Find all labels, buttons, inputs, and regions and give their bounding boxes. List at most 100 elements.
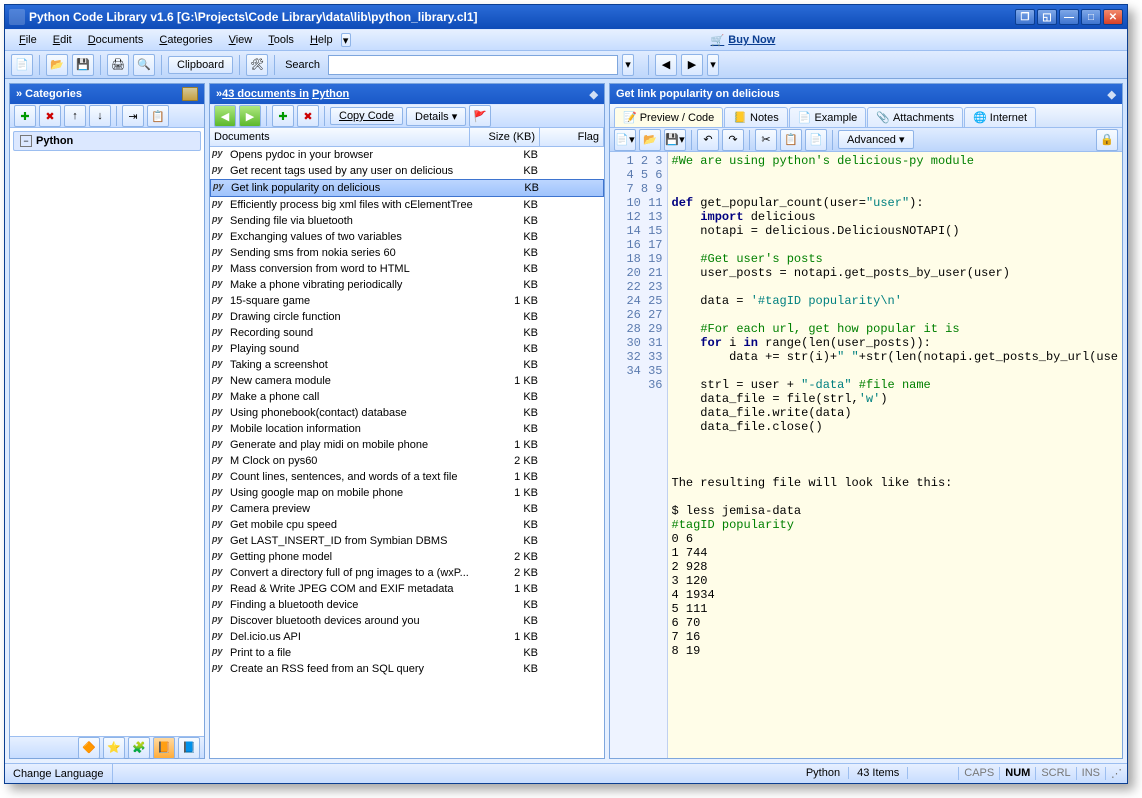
open-snippet-icon[interactable]: 📂 [639,129,661,151]
document-row[interactable]: pyMobile location informationKB [210,421,604,437]
code-header[interactable]: Get link popularity on delicious ◆ [610,84,1122,104]
document-row[interactable]: pyUsing phonebook(contact) databaseKB [210,405,604,421]
document-row[interactable]: pyPlaying soundKB [210,341,604,357]
document-row[interactable]: pyConvert a directory full of png images… [210,565,604,581]
documents-columns[interactable]: Documents Size (KB) Flag [210,128,604,147]
document-row[interactable]: pyGet link popularity on deliciousKB [210,179,604,197]
document-row[interactable]: pyDel.icio.us API1 KB [210,629,604,645]
paste-icon[interactable]: 📋 [147,105,169,127]
status-change-language[interactable]: Change Language [5,764,113,783]
nav-overflow-icon[interactable]: ▾ [707,54,719,76]
titlebar[interactable]: Python Code Library v1.6 [G:\Projects\Co… [5,5,1127,29]
tools-icon[interactable]: 🛠 [246,54,268,76]
document-row[interactable]: pyPrint to a fileKB [210,645,604,661]
menu-help[interactable]: Help [302,32,341,48]
code-editor[interactable]: 1 2 3 4 5 6 7 8 9 10 11 12 13 14 15 16 1… [610,152,1122,758]
move-down-icon[interactable]: ↓ [89,105,111,127]
nav-back-icon[interactable]: ◀ [655,54,677,76]
tab-example[interactable]: 📄Example [789,107,867,127]
tab-attachments[interactable]: 📎Attachments [867,107,963,127]
advanced-button[interactable]: Advanced ▾ [838,130,914,149]
preview-icon[interactable]: 🔍 [133,54,155,76]
open-icon[interactable]: 📂 [46,54,68,76]
document-row[interactable]: pyFinding a bluetooth deviceKB [210,597,604,613]
buy-now-link[interactable]: 🛒 Buy Now [711,34,776,47]
flag-icon[interactable]: 🚩 [469,105,491,127]
document-row[interactable]: pyMake a phone callKB [210,389,604,405]
tab-notes[interactable]: 📒Notes [724,107,787,127]
save-snippet-icon[interactable]: 💾▾ [664,129,686,151]
search-dropdown-icon[interactable]: ▾ [622,54,634,76]
chevron-icon[interactable]: ◆ [590,88,598,101]
menu-tools[interactable]: Tools [260,32,302,48]
doc-fwd-icon[interactable]: ▶ [239,105,261,127]
document-row[interactable]: pyGet LAST_INSERT_ID from Symbian DBMSKB [210,533,604,549]
delete-doc-icon[interactable]: ✖ [297,105,319,127]
clipboard-button[interactable]: Clipboard [168,56,233,74]
document-row[interactable]: pyCreate an RSS feed from an SQL queryKB [210,661,604,677]
delete-category-icon[interactable]: ✖ [39,105,61,127]
add-category-icon[interactable]: ✚ [14,105,36,127]
document-row[interactable]: pyGet recent tags used by any user on de… [210,163,604,179]
new-snippet-icon[interactable]: 📄▾ [614,129,636,151]
footer-favorite-icon[interactable]: ⭐ [103,737,125,759]
chevron-icon[interactable]: ◆ [1108,88,1116,101]
add-doc-icon[interactable]: ✚ [272,105,294,127]
details-button[interactable]: Details ▾ [406,107,466,126]
footer-icon-5[interactable]: 📘 [178,737,200,759]
document-row[interactable]: pyDiscover bluetooth devices around youK… [210,613,604,629]
document-row[interactable]: pyMass conversion from word to HTMLKB [210,261,604,277]
document-row[interactable]: pyM Clock on pys602 KB [210,453,604,469]
nav-fwd-icon[interactable]: ▶ [681,54,703,76]
tab-internet[interactable]: 🌐Internet [964,107,1036,127]
categories-header[interactable]: » Categories [10,84,204,104]
menu-documents[interactable]: Documents [80,32,152,48]
category-tree[interactable]: − Python [10,128,204,736]
menu-view[interactable]: View [221,32,261,48]
new-icon[interactable]: 📄 [11,54,33,76]
document-row[interactable]: pyGetting phone model2 KB [210,549,604,565]
col-flag[interactable]: Flag [540,128,604,146]
expand-icon[interactable]: ⇥ [122,105,144,127]
category-item-python[interactable]: − Python [13,131,201,151]
footer-icon-3[interactable]: 🧩 [128,737,150,759]
menu-edit[interactable]: Edit [45,32,80,48]
document-row[interactable]: py15-square game1 KB [210,293,604,309]
code-content[interactable]: #We are using python's delicious-py modu… [668,152,1123,758]
paste-icon[interactable]: 📄 [805,129,827,151]
restore-icon[interactable]: □ [1081,9,1101,25]
document-row[interactable]: pyRead & Write JPEG COM and EXIF metadat… [210,581,604,597]
document-row[interactable]: pySending sms from nokia series 60KB [210,245,604,261]
documents-header[interactable]: » 43 documents in Python ◆ [210,84,604,104]
document-row[interactable]: pyOpens pydoc in your browserKB [210,147,604,163]
documents-list[interactable]: Documents Size (KB) Flag pyOpens pydoc i… [210,128,604,758]
search-input[interactable] [328,55,618,75]
footer-icon-1[interactable]: 🔶 [78,737,100,759]
lock-icon[interactable]: 🔒 [1096,129,1118,151]
close-icon[interactable]: ✕ [1103,9,1123,25]
doc-back-icon[interactable]: ◀ [214,105,236,127]
document-row[interactable]: pyExchanging values of two variablesKB [210,229,604,245]
redo-icon[interactable]: ↷ [722,129,744,151]
col-documents[interactable]: Documents [210,128,470,146]
minimize-icon[interactable]: — [1059,9,1079,25]
document-row[interactable]: pySending file via bluetoothKB [210,213,604,229]
tab-preview-code[interactable]: 📝Preview / Code [614,107,723,127]
document-row[interactable]: pyTaking a screenshotKB [210,357,604,373]
document-row[interactable]: pyCount lines, sentences, and words of a… [210,469,604,485]
document-row[interactable]: pyNew camera module1 KB [210,373,604,389]
document-row[interactable]: pyEfficiently process big xml files with… [210,197,604,213]
undo-icon[interactable]: ↶ [697,129,719,151]
document-row[interactable]: pyGenerate and play midi on mobile phone… [210,437,604,453]
print-icon[interactable]: 🖨 [107,54,129,76]
menu-file[interactable]: File [11,32,45,48]
move-up-icon[interactable]: ↑ [64,105,86,127]
menu-categories[interactable]: Categories [151,32,220,48]
save-icon[interactable]: 💾 [72,54,94,76]
document-row[interactable]: pyUsing google map on mobile phone1 KB [210,485,604,501]
folder-icon[interactable] [182,87,198,101]
document-row[interactable]: pyMake a phone vibrating periodicallyKB [210,277,604,293]
restore-down-icon[interactable]: ❐ [1015,9,1035,25]
menu-overflow-icon[interactable]: ▾ [341,33,351,47]
resize-grip-icon[interactable]: ⋰ [1105,767,1127,780]
